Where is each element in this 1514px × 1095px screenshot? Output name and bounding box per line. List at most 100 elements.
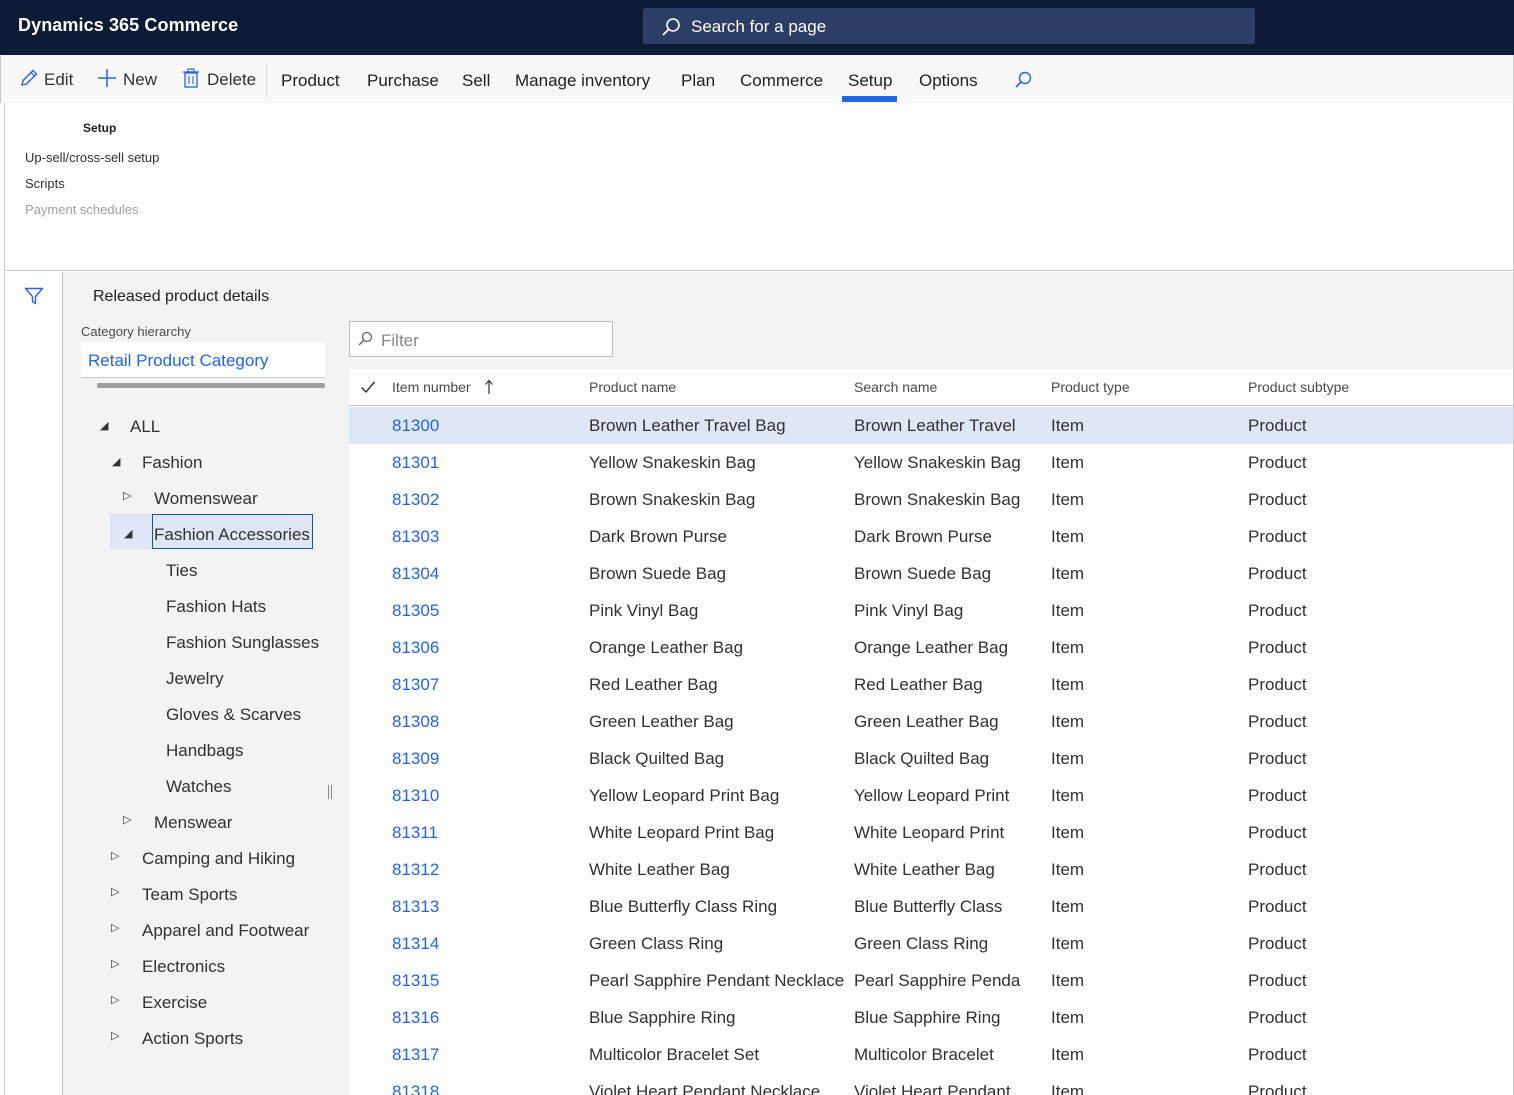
tree-node-team-sports[interactable]: Team Sports [142, 885, 237, 905]
check-icon[interactable] [360, 380, 376, 394]
collapsed-icon[interactable]: ▷ [111, 957, 119, 970]
table-row[interactable]: 81316 Blue Sapphire Ring Blue Sapphire Rin… [349, 999, 1513, 1036]
item-number-cell[interactable]: 81312 [392, 860, 439, 880]
tab-purchase[interactable]: Purchase [367, 71, 439, 91]
column-header-item-number[interactable]: Item number [392, 379, 471, 395]
item-number-cell[interactable]: 81314 [392, 934, 439, 954]
find-icon[interactable] [1013, 70, 1033, 90]
column-header-product-name[interactable]: Product name [589, 379, 676, 395]
table-row[interactable]: 81318 Violet Heart Pendant Necklace Violet… [349, 1073, 1513, 1095]
tab-manage-inventory[interactable]: Manage inventory [515, 71, 650, 91]
tree-node-electronics[interactable]: Electronics [142, 957, 225, 977]
item-number-cell[interactable]: 81311 [392, 823, 438, 843]
search-box[interactable]: Search for a page [643, 8, 1255, 44]
product-type-cell: Item [1051, 786, 1085, 805]
item-number-cell[interactable]: 81304 [392, 564, 439, 584]
item-number-cell[interactable]: 81301 [392, 453, 439, 473]
table-row[interactable]: 81314 Green Class Ring Green Class Ring Ite… [349, 925, 1513, 962]
collapsed-icon[interactable]: ▷ [111, 921, 119, 934]
table-row[interactable]: 81302 Brown Snakeskin Bag Brown Snakeskin … [349, 481, 1513, 518]
tab-plan[interactable]: Plan [681, 71, 715, 91]
table-row[interactable]: 81315 Pearl Sapphire Pendant Necklace Pear… [349, 962, 1513, 999]
tree-node-jewelry[interactable]: Jewelry [166, 669, 224, 689]
tree-node-fashion[interactable]: Fashion [142, 453, 202, 473]
menu-item-scripts[interactable]: Scripts [25, 176, 65, 191]
column-header-search-name[interactable]: Search name [854, 379, 937, 395]
tab-commerce[interactable]: Commerce [740, 71, 823, 91]
item-number-cell[interactable]: 81313 [392, 897, 439, 917]
tree-node-handbags[interactable]: Handbags [166, 741, 244, 761]
item-number-cell[interactable]: 81315 [392, 971, 439, 991]
item-number-cell[interactable]: 81305 [392, 601, 439, 621]
table-row[interactable]: 81317 Multicolor Bracelet Set Multicolor B… [349, 1036, 1513, 1073]
column-header-product-subtype[interactable]: Product subtype [1248, 379, 1349, 395]
item-number-cell[interactable]: 81317 [392, 1045, 439, 1065]
tab-setup[interactable]: Setup [848, 71, 892, 91]
table-row[interactable]: 81306 Orange Leather Bag Orange Leather Ba… [349, 629, 1513, 666]
tree-node-watches[interactable]: Watches [166, 777, 232, 797]
item-number-cell[interactable]: 81307 [392, 675, 439, 695]
tree-node-fashion-sunglasses[interactable]: Fashion Sunglasses [166, 633, 319, 653]
table-row[interactable]: 81311 White Leopard Print Bag White Leopar… [349, 814, 1513, 851]
collapsed-icon[interactable]: ▷ [111, 1029, 119, 1042]
collapsed-icon[interactable]: ▷ [123, 489, 131, 502]
tree-node-menswear[interactable]: Menswear [154, 813, 232, 833]
product-name-cell: Green Leather Bag [589, 712, 734, 731]
pane-splitter-handle[interactable] [328, 785, 332, 799]
item-number-cell[interactable]: 81300 [392, 416, 439, 436]
category-hierarchy-field[interactable]: Retail Product Category [81, 342, 325, 378]
product-type-cell: Item [1051, 823, 1085, 842]
tree-node-all[interactable]: ALL [130, 417, 160, 437]
expanded-icon[interactable]: ◢ [100, 419, 108, 432]
table-row[interactable]: 81301 Yellow Snakeskin Bag Yellow Snakeski… [349, 444, 1513, 481]
new-label: New [123, 70, 158, 89]
tree-node-camping-and-hiking[interactable]: Camping and Hiking [142, 849, 295, 869]
sort-up-icon[interactable] [484, 379, 494, 395]
item-number-cell[interactable]: 81303 [392, 527, 439, 547]
collapsed-icon[interactable]: ▷ [111, 885, 119, 898]
tree-horizontal-scrollbar[interactable] [97, 383, 325, 388]
item-number-cell[interactable]: 81310 [392, 786, 439, 806]
product-type-cell: Item [1051, 749, 1085, 768]
table-row[interactable]: 81308 Green Leather Bag Green Leather Bag I… [349, 703, 1513, 740]
table-row[interactable]: 81304 Brown Suede Bag Brown Suede Bag Item P… [349, 555, 1513, 592]
tree-node-fashion-accessories[interactable]: Fashion Accessories [154, 525, 310, 545]
collapsed-icon[interactable]: ▷ [123, 813, 131, 826]
expanded-icon[interactable]: ◢ [124, 527, 132, 540]
table-row[interactable]: 81312 White Leather Bag White Leather Bag I… [349, 851, 1513, 888]
tree-node-womenswear[interactable]: Womenswear [154, 489, 258, 509]
tree-node-ties[interactable]: Ties [166, 561, 198, 581]
product-subtype-cell: Product [1248, 786, 1307, 805]
tree-node-apparel-and-footwear[interactable]: Apparel and Footwear [142, 921, 309, 941]
grid-filter-input[interactable]: Filter [349, 321, 613, 357]
table-row[interactable]: 81313 Blue Butterfly Class Ring Blue Butte… [349, 888, 1513, 925]
item-number-cell[interactable]: 81302 [392, 490, 439, 510]
table-row[interactable]: 81303 Dark Brown Purse Dark Brown Purse Ite… [349, 518, 1513, 555]
menu-item-up-sell-cross-sell-setup[interactable]: Up-sell/cross-sell setup [25, 150, 159, 165]
table-row[interactable]: 81307 Red Leather Bag Red Leather Bag Item P… [349, 666, 1513, 703]
tab-options[interactable]: Options [919, 71, 978, 91]
tab-product[interactable]: Product [281, 71, 340, 91]
search-name-cell: Dark Brown Purse [854, 527, 992, 546]
tree-node-exercise[interactable]: Exercise [142, 993, 207, 1013]
collapsed-icon[interactable]: ▷ [111, 849, 119, 862]
app-title[interactable]: Dynamics 365 Commerce [18, 15, 238, 36]
item-number-cell[interactable]: 81306 [392, 638, 439, 658]
tab-sell[interactable]: Sell [462, 71, 490, 91]
product-type-cell: Item [1051, 675, 1085, 694]
table-row[interactable]: 81305 Pink Vinyl Bag Pink Vinyl Bag Item Pro… [349, 592, 1513, 629]
table-row[interactable]: 81300 Brown Leather Travel Bag Brown Leath… [349, 407, 1513, 444]
column-header-product-type[interactable]: Product type [1051, 379, 1130, 395]
tree-node-action-sports[interactable]: Action Sports [142, 1029, 243, 1049]
item-number-cell[interactable]: 81308 [392, 712, 439, 732]
table-row[interactable]: 81309 Black Quilted Bag Black Quilted Bag I… [349, 740, 1513, 777]
item-number-cell[interactable]: 81316 [392, 1008, 439, 1028]
tree-node-gloves-scarves[interactable]: Gloves & Scarves [166, 705, 301, 725]
table-row[interactable]: 81310 Yellow Leopard Print Bag Yellow Leop… [349, 777, 1513, 814]
collapsed-icon[interactable]: ▷ [111, 993, 119, 1006]
item-number-cell[interactable]: 81318 [392, 1082, 439, 1095]
item-number-cell[interactable]: 81309 [392, 749, 439, 769]
filter-icon[interactable] [24, 286, 44, 306]
expanded-icon[interactable]: ◢ [112, 455, 120, 468]
tree-node-fashion-hats[interactable]: Fashion Hats [166, 597, 266, 617]
